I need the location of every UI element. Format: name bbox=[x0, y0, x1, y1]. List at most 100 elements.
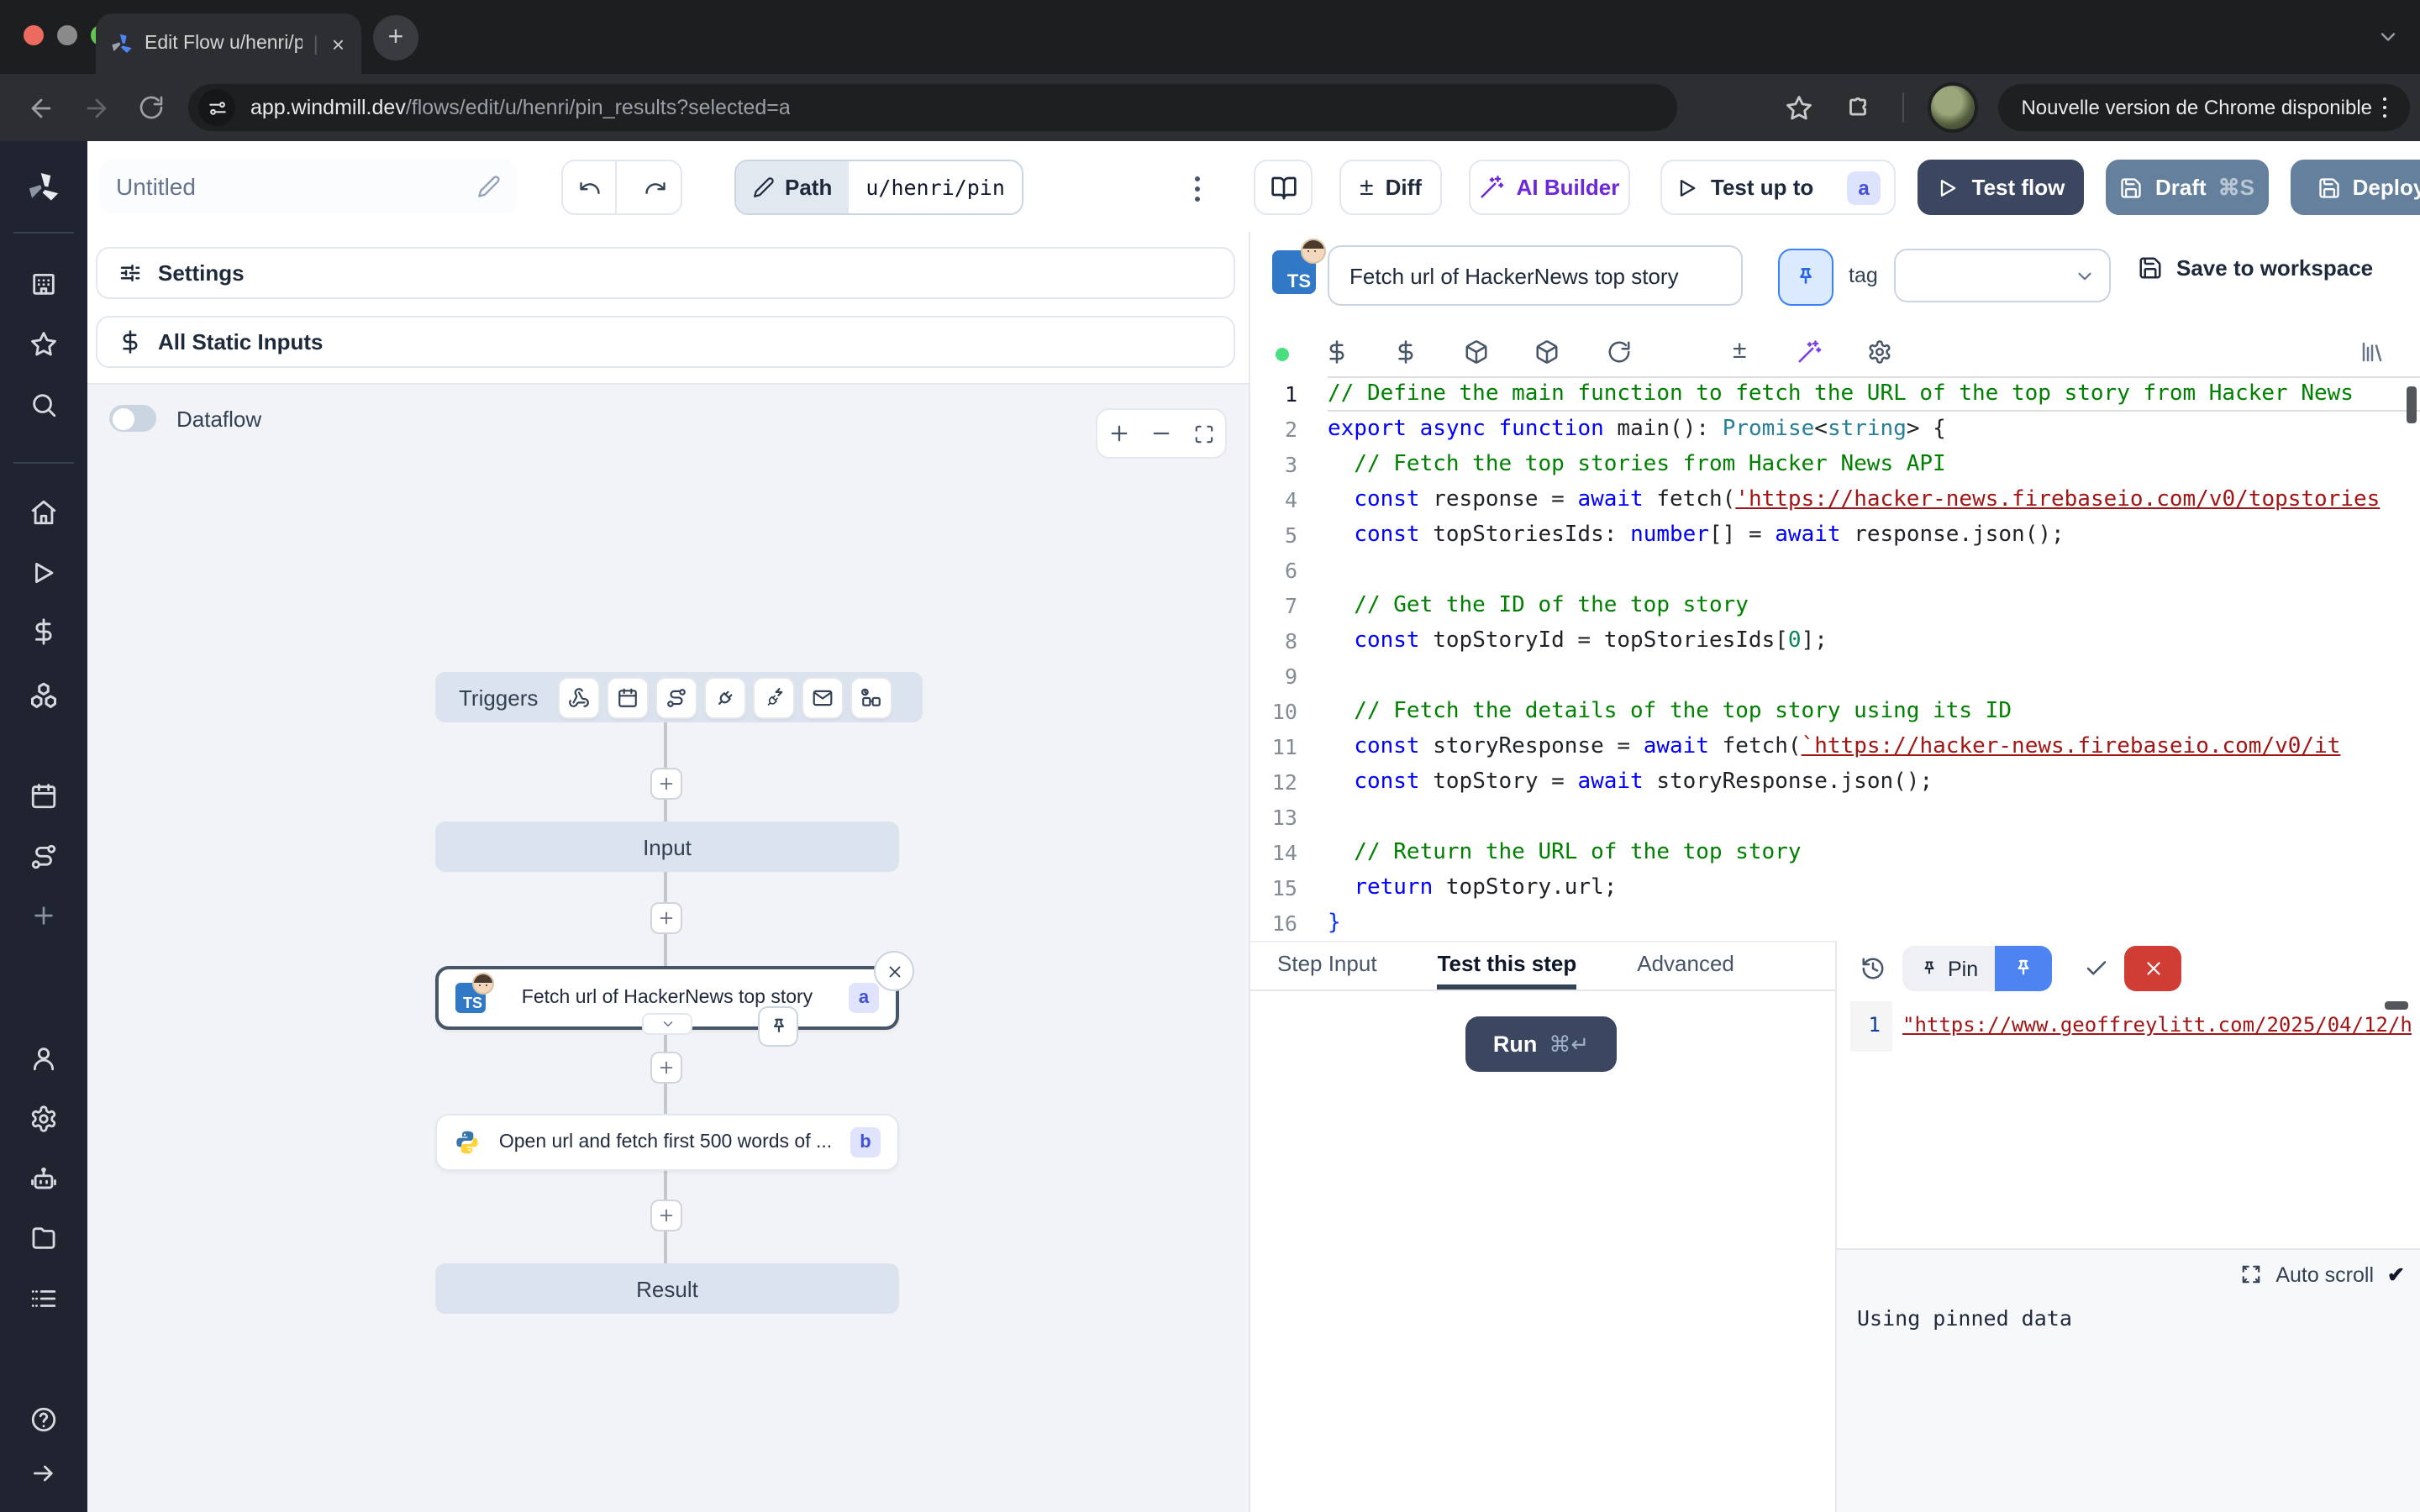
triggers-node[interactable]: Triggers bbox=[435, 672, 923, 722]
help-icon[interactable] bbox=[29, 1405, 58, 1434]
code-line[interactable]: 8 const topStoryId = topStoriesIds[0]; bbox=[1250, 623, 2420, 659]
sidebar-item-folders[interactable] bbox=[29, 1224, 58, 1252]
code-line[interactable]: 13 bbox=[1250, 800, 2420, 835]
package-icon[interactable] bbox=[1534, 339, 1560, 365]
webhook-trigger-icon[interactable] bbox=[558, 676, 600, 718]
deploy-button[interactable]: Deploy bbox=[2291, 160, 2420, 215]
code-line[interactable]: 14 // Return the URL of the top story bbox=[1250, 835, 2420, 870]
browser-menu-icon[interactable] bbox=[2372, 91, 2396, 125]
browser-tab[interactable]: Edit Flow u/henri/pin_results | × bbox=[96, 13, 361, 74]
email-trigger-icon[interactable] bbox=[802, 676, 844, 718]
tab-test-this-step[interactable]: Test this step bbox=[1438, 942, 1577, 990]
add-step-button[interactable] bbox=[650, 768, 682, 800]
pin-active-button[interactable] bbox=[1995, 946, 2052, 991]
sidebar-item-more[interactable] bbox=[30, 902, 57, 929]
sidebar-item-workspace[interactable] bbox=[29, 270, 58, 298]
more-options-icon[interactable] bbox=[1185, 170, 1210, 208]
step-summary-input[interactable]: Fetch url of HackerNews top story bbox=[1328, 245, 1743, 306]
delete-step-icon[interactable] bbox=[874, 951, 914, 991]
collapse-step-icon[interactable] bbox=[642, 1013, 692, 1035]
route-trigger-icon[interactable] bbox=[655, 676, 697, 718]
sidebar-item-settings[interactable] bbox=[29, 1105, 58, 1133]
code-editor[interactable]: 1// Define the main function to fetch th… bbox=[1250, 376, 2420, 941]
close-window-button[interactable] bbox=[24, 25, 44, 45]
chrome-update-button[interactable]: Nouvelle version de Chrome disponible bbox=[1997, 84, 2410, 131]
code-line[interactable]: 5 const topStoriesIds: number[] = await … bbox=[1250, 517, 2420, 553]
dataflow-toggle[interactable] bbox=[109, 405, 156, 432]
fit-view-icon[interactable] bbox=[1193, 423, 1215, 444]
code-line[interactable]: 9 bbox=[1250, 659, 2420, 694]
sidebar-item-runs[interactable] bbox=[29, 559, 58, 587]
new-tab-button[interactable]: + bbox=[373, 15, 418, 60]
back-button[interactable] bbox=[27, 93, 55, 122]
tab-step-input[interactable]: Step Input bbox=[1277, 942, 1377, 990]
code-line[interactable]: 1// Define the main function to fetch th… bbox=[1250, 376, 2420, 412]
code-line[interactable]: 10 // Fetch the details of the top story… bbox=[1250, 694, 2420, 729]
code-line[interactable]: 12 const topStory = await storyResponse.… bbox=[1250, 764, 2420, 800]
diff-mode-icon[interactable]: ± bbox=[1733, 336, 1746, 365]
package-icon[interactable] bbox=[1464, 339, 1489, 365]
poll-trigger-icon[interactable] bbox=[850, 676, 892, 718]
sidebar-item-routes[interactable] bbox=[29, 843, 58, 871]
code-line[interactable]: 11 const storyResponse = await fetch(`ht… bbox=[1250, 729, 2420, 764]
library-icon[interactable] bbox=[2360, 339, 2385, 365]
save-to-workspace-button[interactable]: Save to workspace bbox=[2138, 255, 2373, 281]
site-info-icon[interactable] bbox=[198, 89, 235, 126]
bookmark-star-icon[interactable] bbox=[1784, 93, 1812, 122]
tab-close-icon[interactable]: × bbox=[329, 29, 348, 58]
code-line[interactable]: 15 return topStory.url; bbox=[1250, 870, 2420, 906]
reload-deps-icon[interactable] bbox=[1607, 339, 1632, 365]
sidebar-item-workers[interactable] bbox=[29, 1165, 58, 1194]
pin-data-button[interactable]: Pin bbox=[1902, 946, 1995, 991]
tag-select[interactable] bbox=[1894, 249, 2111, 302]
code-line[interactable]: 4 const response = await fetch('https://… bbox=[1250, 482, 2420, 517]
url-text[interactable]: app.windmill.dev/flows/edit/u/henri/pin_… bbox=[250, 96, 791, 119]
tab-advanced[interactable]: Advanced bbox=[1637, 942, 1734, 990]
code-line[interactable]: 16} bbox=[1250, 906, 2420, 941]
search-icon[interactable] bbox=[29, 391, 58, 419]
auto-scroll-label[interactable]: Auto scroll bbox=[2275, 1263, 2374, 1286]
diff-button[interactable]: ±Diff bbox=[1339, 160, 1442, 215]
add-step-button[interactable] bbox=[650, 1052, 682, 1084]
code-line[interactable]: 3 // Fetch the top stories from Hacker N… bbox=[1250, 447, 2420, 482]
minimize-window-button[interactable] bbox=[57, 25, 77, 45]
address-bar[interactable]: app.windmill.dev/flows/edit/u/henri/pin_… bbox=[188, 84, 1677, 131]
add-step-button[interactable] bbox=[650, 902, 682, 934]
code-line[interactable]: 7 // Get the ID of the top story bbox=[1250, 588, 2420, 623]
editor-settings-gear-icon[interactable] bbox=[1867, 339, 1892, 365]
test-flow-button[interactable]: Test flow bbox=[1918, 160, 2084, 215]
sidebar-item-users[interactable] bbox=[29, 1044, 58, 1073]
draft-button[interactable]: Draft⌘S bbox=[2106, 160, 2269, 215]
pinned-data-editor[interactable]: 1 "https://www.geoffreylitt.com/2025/04/… bbox=[1850, 1001, 2412, 1052]
profile-avatar[interactable] bbox=[1927, 82, 1977, 133]
pin-step-button[interactable] bbox=[1778, 249, 1833, 306]
ai-builder-button[interactable]: AI Builder bbox=[1469, 160, 1630, 215]
sidebar-item-home[interactable] bbox=[29, 498, 58, 527]
add-step-button[interactable] bbox=[650, 1200, 682, 1231]
accept-check-icon[interactable] bbox=[2084, 956, 2109, 981]
kafka-trigger-icon[interactable] bbox=[753, 676, 795, 718]
sidebar-item-logs[interactable] bbox=[29, 1284, 58, 1313]
run-button[interactable]: Run ⌘↵ bbox=[1465, 1016, 1617, 1072]
add-resource-icon[interactable] bbox=[1393, 339, 1418, 365]
edit-name-pencil-icon[interactable] bbox=[477, 175, 501, 198]
sidebar-item-favorites[interactable] bbox=[29, 330, 58, 359]
code-line[interactable]: 6 bbox=[1250, 553, 2420, 588]
path-control[interactable]: Path u/henri/pin bbox=[734, 160, 1023, 215]
result-node[interactable]: Result bbox=[435, 1263, 899, 1314]
windmill-logo-icon[interactable] bbox=[25, 170, 62, 207]
schedule-trigger-icon[interactable] bbox=[607, 676, 649, 718]
code-line[interactable]: 2export async function main(): Promise<s… bbox=[1250, 412, 2420, 447]
input-node[interactable]: Input bbox=[435, 822, 899, 872]
websocket-trigger-icon[interactable] bbox=[704, 676, 746, 718]
reload-button[interactable] bbox=[138, 94, 165, 121]
test-up-to-button[interactable]: Test up to a bbox=[1660, 160, 1896, 215]
flow-name-field[interactable]: Untitled bbox=[99, 160, 518, 213]
flow-graph-canvas[interactable]: Dataflow Triggers bbox=[87, 383, 1250, 1512]
step-node-b[interactable]: Open url and fetch first 500 words of ..… bbox=[435, 1114, 899, 1171]
pinned-step-icon[interactable] bbox=[758, 1006, 798, 1047]
editor-scrollbar[interactable] bbox=[2407, 386, 2417, 423]
undo-button[interactable] bbox=[563, 161, 617, 213]
sidebar-item-variables[interactable] bbox=[29, 617, 58, 646]
ai-assist-wand-icon[interactable] bbox=[1797, 339, 1822, 365]
